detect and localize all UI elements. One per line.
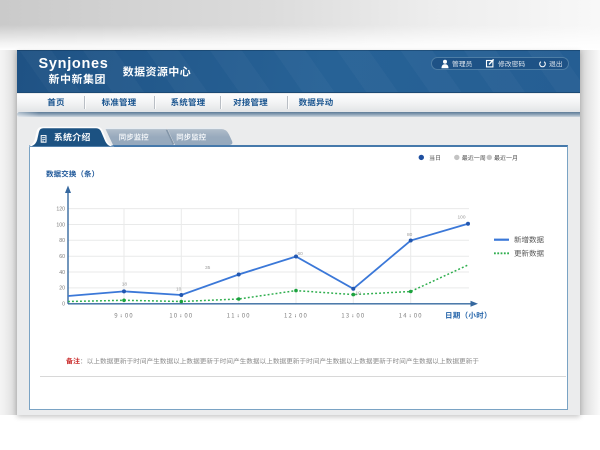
svg-text:60: 60 <box>59 254 65 260</box>
svg-text:60: 60 <box>298 251 304 257</box>
svg-text:35: 35 <box>205 265 211 271</box>
svg-text:0: 0 <box>62 302 65 308</box>
svg-text:100: 100 <box>458 215 466 221</box>
svg-text:80: 80 <box>59 238 65 244</box>
svg-text:40: 40 <box>59 270 65 276</box>
svg-text:20: 20 <box>59 286 65 292</box>
svg-text:80: 80 <box>407 232 413 238</box>
svg-text:10: 10 <box>356 291 362 297</box>
svg-text:120: 120 <box>56 206 65 212</box>
svg-text:10: 10 <box>176 287 182 293</box>
svg-text:100: 100 <box>56 222 65 228</box>
svg-text:18: 18 <box>122 282 128 288</box>
